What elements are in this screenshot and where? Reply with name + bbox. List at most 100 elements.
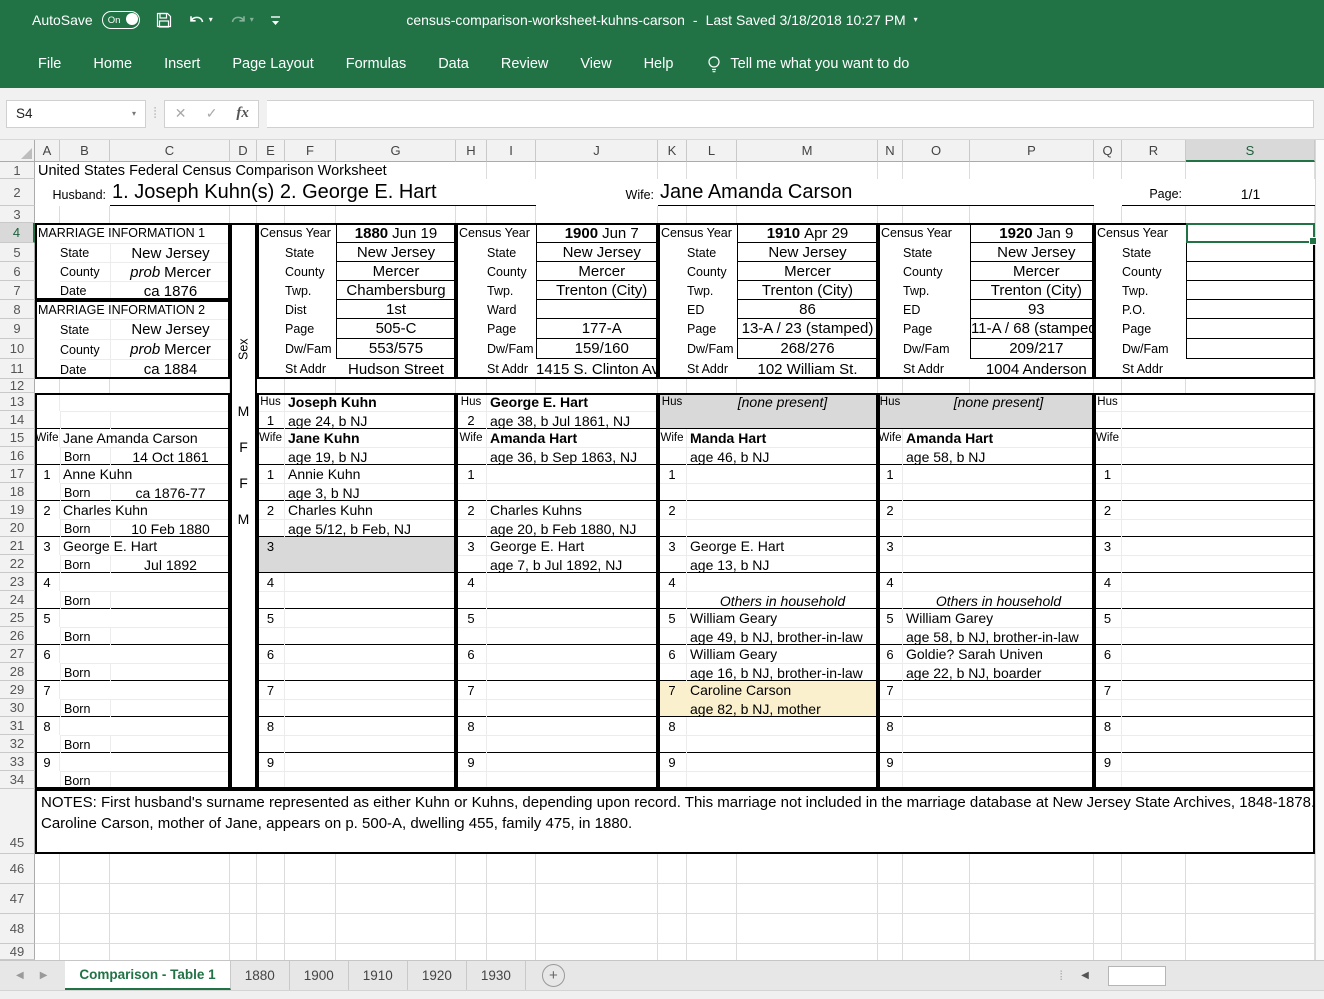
marriage2-county[interactable]: probMercer bbox=[110, 339, 230, 359]
cell[interactable]: 3 bbox=[257, 537, 285, 555]
cell[interactable]: Wife bbox=[35, 429, 60, 447]
field-label[interactable]: St Addr bbox=[487, 359, 536, 379]
census-year-value[interactable]: 1910Apr 29 bbox=[737, 223, 878, 243]
cell[interactable]: Hus bbox=[456, 393, 487, 411]
census-1880-wife[interactable]: WifeJane Kuhnage 19, b NJ bbox=[257, 429, 456, 465]
row-header-17[interactable]: 17 bbox=[0, 465, 35, 483]
cell[interactable]: Manda Hart bbox=[687, 429, 878, 447]
cell[interactable]: 5 bbox=[35, 609, 60, 627]
cell[interactable]: Amanda Hart bbox=[487, 429, 658, 447]
marriage2-state[interactable]: New Jersey bbox=[110, 319, 230, 339]
cell[interactable]: 9 bbox=[878, 753, 903, 771]
field-value[interactable]: 93 bbox=[970, 300, 1103, 319]
row-header-3[interactable]: 3 bbox=[0, 206, 35, 223]
column-header-l[interactable]: L bbox=[687, 140, 737, 162]
column-header-k[interactable]: K bbox=[658, 140, 687, 162]
tab-help[interactable]: Help bbox=[628, 43, 690, 85]
census-year-value[interactable]: 1900Jun 7 bbox=[536, 223, 667, 243]
field-value[interactable]: Mercer bbox=[970, 262, 1103, 281]
cell[interactable]: Born bbox=[60, 771, 110, 789]
tab-review[interactable]: Review bbox=[485, 43, 565, 85]
cell[interactable]: 1 bbox=[878, 465, 903, 483]
census-1900-hus[interactable]: HusGeorge E. Hart2age 38, b Jul 1861, NJ bbox=[456, 393, 658, 429]
cell[interactable]: Hus bbox=[1094, 393, 1122, 411]
census-1880-p2[interactable]: 2Charles Kuhnage 5/12, b Feb, NJ bbox=[257, 501, 456, 537]
marriage1-date-label[interactable]: Date bbox=[60, 281, 110, 300]
cell[interactable]: Wife bbox=[1094, 429, 1122, 447]
cell[interactable]: 4 bbox=[35, 573, 60, 591]
cell[interactable]: 9 bbox=[257, 753, 285, 771]
cell[interactable]: Born bbox=[60, 627, 110, 645]
field-value[interactable]: 553/575 bbox=[336, 339, 456, 359]
row-header-24[interactable]: 24 bbox=[0, 591, 35, 609]
field-value[interactable] bbox=[1186, 339, 1315, 359]
row-header-23[interactable]: 23 bbox=[0, 573, 35, 591]
cell[interactable]: 5 bbox=[1094, 609, 1122, 627]
field-label[interactable]: Dw/Fam bbox=[285, 339, 336, 359]
enter-button[interactable]: ✓ bbox=[196, 105, 227, 122]
cell[interactable]: age 82, b NJ, mother bbox=[687, 699, 878, 717]
cell[interactable]: 7 bbox=[878, 681, 903, 699]
census-1900-p3[interactable]: 3George E. Hartage 7, b Jul 1892, NJ bbox=[456, 537, 658, 573]
marriage1-state[interactable]: New Jersey bbox=[110, 243, 230, 262]
census-1880-p3-shaded[interactable]: 3 bbox=[257, 537, 456, 573]
census-1920-p3[interactable]: 3 bbox=[878, 537, 1094, 573]
field-value[interactable]: Mercer bbox=[737, 262, 878, 281]
cell[interactable]: 2 bbox=[1094, 501, 1122, 519]
field-label[interactable]: State bbox=[487, 243, 536, 262]
cell[interactable] bbox=[110, 663, 230, 681]
census-1880-p7[interactable]: 7 bbox=[257, 681, 456, 717]
cell[interactable]: 1 bbox=[257, 465, 285, 483]
field-value[interactable]: Chambersburg bbox=[336, 281, 456, 300]
census-blank-p3[interactable]: 3 bbox=[1094, 537, 1315, 573]
column-header-d[interactable]: D bbox=[230, 140, 257, 162]
cell[interactable]: age 49, b NJ, brother-in-law bbox=[687, 627, 878, 645]
name-box[interactable]: S4▾ bbox=[6, 100, 146, 128]
census-1900-header[interactable]: Census Year 1900Jun 7 StateNew Jersey Co… bbox=[456, 223, 658, 379]
row-header-14[interactable]: 14 bbox=[0, 411, 35, 429]
family-child7-row[interactable]: 7Born bbox=[35, 681, 230, 717]
census-year-label[interactable]: Census Year bbox=[658, 223, 737, 243]
cell[interactable]: 9 bbox=[658, 753, 687, 771]
row-header-26[interactable]: 26 bbox=[0, 627, 35, 645]
cell[interactable]: 4 bbox=[456, 573, 487, 591]
cell[interactable]: 1 bbox=[35, 465, 60, 483]
new-sheet-button[interactable]: + bbox=[542, 964, 565, 987]
row-header-16[interactable]: 16 bbox=[0, 447, 35, 465]
row-header-4-selected[interactable]: 4 bbox=[0, 223, 35, 243]
cell[interactable]: 2 bbox=[456, 411, 487, 429]
row-header-15[interactable]: 15 bbox=[0, 429, 35, 447]
cell[interactable]: Charles Kuhns bbox=[487, 501, 658, 519]
cell[interactable]: age 13, b NJ bbox=[687, 555, 878, 573]
census-1900-wife[interactable]: WifeAmanda Hartage 36, b Sep 1863, NJ bbox=[456, 429, 658, 465]
census-1910-hus-none[interactable]: Hus[none present] bbox=[658, 393, 878, 429]
cell[interactable]: age 36, b Sep 1863, NJ bbox=[487, 447, 658, 465]
redo-button[interactable]: ▾ bbox=[229, 13, 254, 28]
census-1920-p4-others[interactable]: 4Others in household bbox=[878, 573, 1094, 609]
sex-husband[interactable]: M bbox=[232, 393, 255, 429]
row-header-45[interactable]: 45 bbox=[0, 789, 35, 854]
cell[interactable]: 6 bbox=[257, 645, 285, 663]
cell[interactable]: 8 bbox=[878, 717, 903, 735]
column-header-a[interactable]: A bbox=[35, 140, 60, 162]
census-blank-hus[interactable]: Hus bbox=[1094, 393, 1315, 429]
census-year-label[interactable]: Census Year bbox=[456, 223, 536, 243]
field-label[interactable]: Page bbox=[1122, 319, 1186, 339]
family-child4-row[interactable]: 4Born bbox=[35, 573, 230, 609]
active-cell-selection[interactable] bbox=[1186, 223, 1315, 243]
census-year-value[interactable]: 1880Jun 19 bbox=[336, 223, 456, 243]
census-1910-p9[interactable]: 9 bbox=[658, 753, 878, 789]
cell[interactable]: Others in household bbox=[903, 591, 1094, 609]
row-header-31[interactable]: 31 bbox=[0, 717, 35, 735]
cell[interactable]: Anne Kuhn bbox=[60, 465, 230, 483]
cell[interactable]: 3 bbox=[1094, 537, 1122, 555]
cell[interactable]: 1 bbox=[456, 465, 487, 483]
census-1880-p4[interactable]: 4 bbox=[257, 573, 456, 609]
marriage2-date-label[interactable]: Date bbox=[60, 359, 110, 379]
cell[interactable]: 6 bbox=[456, 645, 487, 663]
cell[interactable]: 7 bbox=[1094, 681, 1122, 699]
cell[interactable]: 4 bbox=[257, 573, 285, 591]
cell[interactable]: 9 bbox=[35, 753, 60, 771]
field-label[interactable]: County bbox=[1122, 262, 1186, 281]
marriage2-state-label[interactable]: State bbox=[60, 319, 110, 339]
